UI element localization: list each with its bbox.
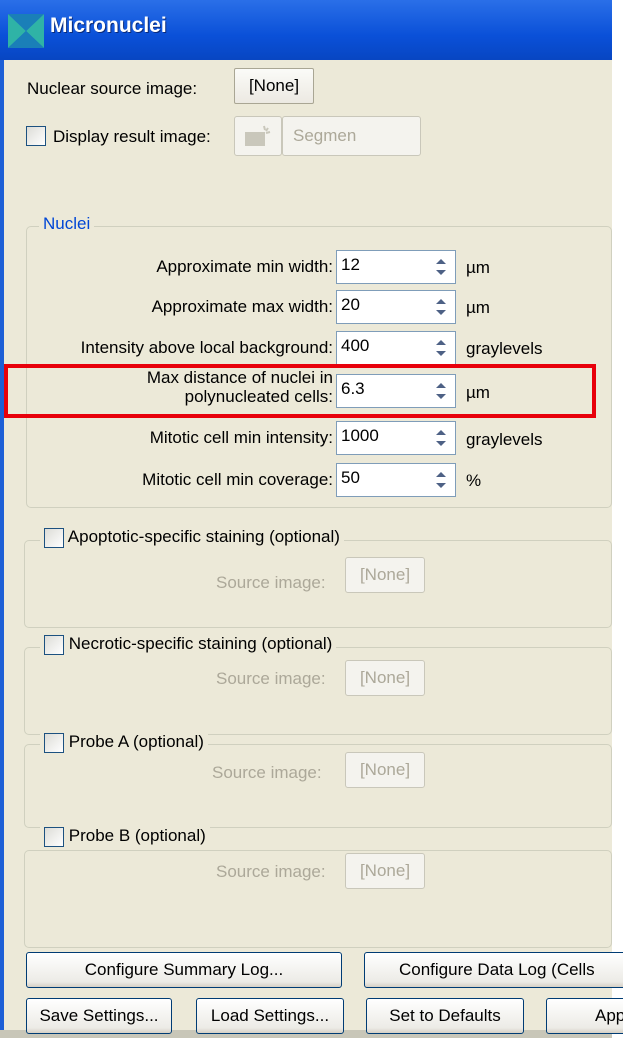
- spin-arrows-icon[interactable]: [429, 424, 453, 452]
- intensity-input[interactable]: 400: [336, 331, 456, 365]
- max-width-value: 20: [341, 295, 360, 314]
- apoptotic-source-label: Source image:: [216, 573, 326, 592]
- max-width-input[interactable]: 20: [336, 290, 456, 324]
- min-width-unit: µm: [466, 258, 490, 277]
- mitotic-coverage-label: Mitotic cell min coverage:: [142, 470, 333, 489]
- app-icon: [8, 14, 44, 48]
- min-width-value: 12: [341, 255, 360, 274]
- mitotic-intensity-unit: graylevels: [466, 430, 543, 449]
- left-border: [0, 60, 4, 1038]
- apoptotic-title: Apoptotic-specific staining (optional): [67, 527, 340, 546]
- title-bar: Micronuclei: [0, 0, 612, 60]
- probe-a-group: [24, 744, 612, 828]
- min-width-label: Approximate min width:: [156, 257, 333, 276]
- necrotic-title: Necrotic-specific staining (optional): [68, 634, 333, 653]
- probe-b-group-header: Probe B (optional): [40, 826, 210, 847]
- probe-a-group-header: Probe A (optional): [40, 732, 208, 753]
- window-title: Micronuclei: [50, 14, 167, 37]
- necrotic-source-label: Source image:: [216, 669, 326, 688]
- nuclei-group-title: Nuclei: [39, 214, 95, 234]
- right-edge: [612, 0, 623, 1038]
- spin-arrows-icon[interactable]: [429, 293, 453, 321]
- segment-button: Segmen: [282, 116, 421, 156]
- nuclear-source-button[interactable]: [None]: [234, 68, 314, 104]
- apoptotic-source-button: [None]: [345, 557, 425, 593]
- probe-b-source-label: Source image:: [216, 862, 326, 881]
- necrotic-group-header: Necrotic-specific staining (optional): [40, 634, 337, 655]
- probe-b-checkbox[interactable]: [44, 826, 64, 847]
- probe-b-source-button: [None]: [345, 853, 425, 889]
- nuclear-source-label: Nuclear source image:: [27, 79, 198, 98]
- intensity-value: 400: [341, 336, 370, 355]
- max-width-label: Approximate max width:: [151, 297, 333, 316]
- min-width-input[interactable]: 12: [336, 250, 456, 284]
- max-width-unit: µm: [466, 298, 490, 317]
- intensity-label: Intensity above local background:: [80, 338, 333, 357]
- probe-a-title: Probe A (optional): [68, 732, 204, 751]
- probe-a-source-label: Source image:: [212, 763, 322, 782]
- set-to-defaults-button[interactable]: Set to Defaults: [366, 998, 524, 1034]
- load-settings-button[interactable]: Load Settings...: [196, 998, 344, 1034]
- display-result-label: Display result image:: [53, 127, 211, 146]
- configure-summary-log-button[interactable]: Configure Summary Log...: [26, 952, 342, 988]
- intensity-unit: graylevels: [466, 339, 543, 358]
- apply-button[interactable]: App: [546, 998, 623, 1034]
- image-icon: [245, 125, 271, 146]
- mitotic-coverage-value: 50: [341, 468, 360, 487]
- display-result-checkbox[interactable]: [26, 126, 46, 146]
- apoptotic-group-header: Apoptotic-specific staining (optional): [40, 527, 344, 548]
- necrotic-checkbox[interactable]: [44, 634, 64, 655]
- probe-a-source-button: [None]: [345, 752, 425, 788]
- necrotic-group: [24, 647, 612, 735]
- mitotic-intensity-input[interactable]: 1000: [336, 421, 456, 455]
- spin-arrows-icon[interactable]: [429, 253, 453, 281]
- save-settings-button[interactable]: Save Settings...: [26, 998, 172, 1034]
- probe-a-checkbox[interactable]: [44, 732, 64, 753]
- mitotic-intensity-value: 1000: [341, 426, 379, 445]
- mitotic-coverage-unit: %: [466, 471, 482, 490]
- configure-data-log-button[interactable]: Configure Data Log (Cells: [364, 952, 623, 988]
- apoptotic-checkbox[interactable]: [44, 527, 64, 548]
- spin-arrows-icon[interactable]: [429, 334, 453, 362]
- spin-arrows-icon[interactable]: [429, 466, 453, 494]
- mitotic-intensity-label: Mitotic cell min intensity:: [149, 428, 333, 447]
- display-image-button: [234, 116, 282, 156]
- probe-b-title: Probe B (optional): [68, 826, 206, 845]
- highlight-box: [4, 364, 596, 418]
- necrotic-source-button: [None]: [345, 660, 425, 696]
- mitotic-coverage-input[interactable]: 50: [336, 463, 456, 497]
